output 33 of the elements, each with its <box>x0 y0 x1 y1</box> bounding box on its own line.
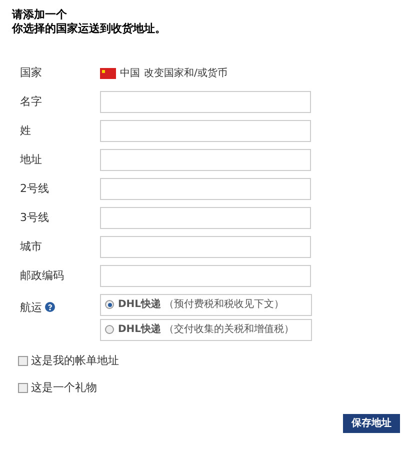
input-field[interactable] <box>100 91 311 113</box>
checkbox[interactable] <box>18 356 28 366</box>
checkbox-label: 这是一个礼物 <box>31 380 97 396</box>
checkbox[interactable] <box>18 382 28 393</box>
flag-icon <box>100 68 116 78</box>
option-text: DHL快递 （预付费税和税收见下文） <box>118 298 284 312</box>
field-label: 姓 <box>20 122 32 139</box>
shipping-option[interactable]: DHL快递 （交付收集的关税和增值税） <box>100 319 312 341</box>
change-country-link[interactable]: 改变国家和/或货币 <box>144 66 228 80</box>
input-field[interactable] <box>100 207 311 229</box>
checkbox-label: 这是我的帐单地址 <box>31 353 119 369</box>
input-field[interactable] <box>100 265 311 287</box>
help-icon[interactable] <box>45 302 55 312</box>
field-label: 2号线 <box>20 180 50 197</box>
input-field[interactable] <box>100 178 311 200</box>
field-label: 航运 <box>20 300 42 316</box>
field-label: 名字 <box>20 94 43 110</box>
input-field[interactable] <box>100 236 311 258</box>
field-label: 城市 <box>20 238 43 255</box>
save-button[interactable]: 保存地址 <box>343 414 400 433</box>
field-label: 3号线 <box>20 210 50 226</box>
country-value: 中国 <box>120 66 140 80</box>
input-field[interactable] <box>100 120 311 142</box>
radio-button[interactable] <box>105 325 114 334</box>
shipping-option[interactable]: DHL快递 （预付费税和税收见下文） <box>100 294 312 316</box>
field-label: 国家 <box>20 64 43 81</box>
option-text: DHL快递 （交付收集的关税和增值税） <box>118 323 294 337</box>
field-label: 地址 <box>20 152 43 168</box>
field-label: 邮政编码 <box>20 268 65 284</box>
input-field[interactable] <box>100 149 311 171</box>
radio-button[interactable] <box>105 300 114 309</box>
heading-text: 请添加一个 <box>12 8 68 22</box>
heading-text: 你选择的国家运送到收货地址。 <box>12 22 167 36</box>
